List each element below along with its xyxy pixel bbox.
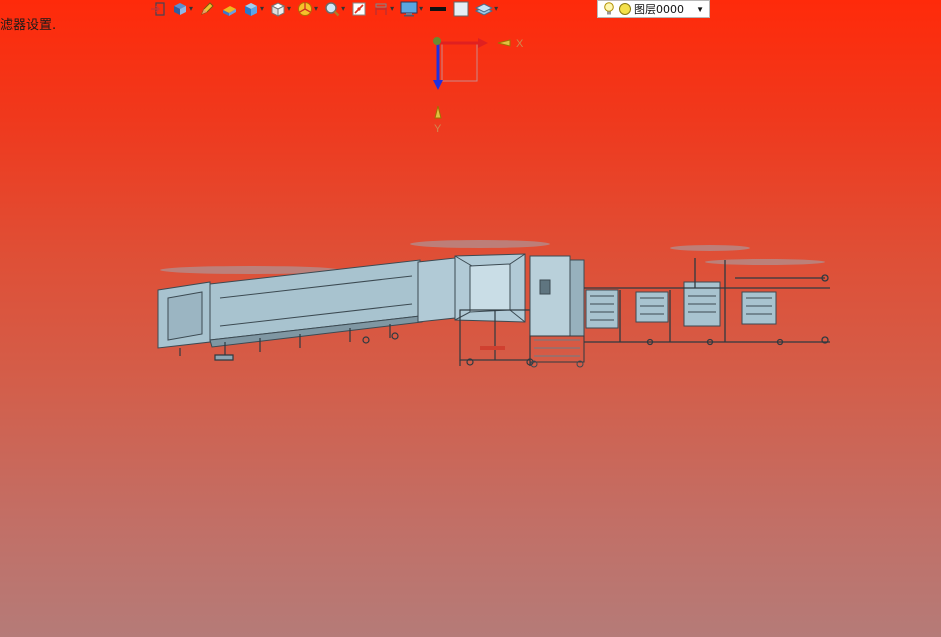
monitor-icon <box>400 1 418 17</box>
feed-hopper <box>417 253 526 323</box>
zoom-button[interactable]: ▾ <box>324 0 345 18</box>
x-axis-arrowhead <box>478 38 488 48</box>
x-axis-label: X <box>516 38 524 50</box>
chevron-down-icon: ▾ <box>260 4 265 13</box>
main-machine-body <box>529 255 585 368</box>
chevron-down-icon: ▾ <box>314 4 319 13</box>
pencil-button[interactable] <box>199 0 215 18</box>
y-axis-arrowhead <box>433 80 443 90</box>
forming-stations <box>585 281 777 329</box>
zoom-icon <box>325 2 340 17</box>
hide-show-button[interactable]: ▾ <box>270 0 291 18</box>
chevron-down-icon: ▾ <box>390 4 395 13</box>
triad-origin <box>433 37 441 45</box>
layer-stack-icon <box>475 3 494 16</box>
chevron-down-icon: ▾ <box>189 4 194 13</box>
line-color-button[interactable] <box>429 0 447 18</box>
y-cone-icon <box>434 105 442 119</box>
appearance-button[interactable]: ▾ <box>297 0 318 18</box>
layer-select[interactable]: 图层0000 ▼ <box>597 0 710 18</box>
fill-color-button[interactable] <box>453 0 469 18</box>
exit-sketch-icon <box>151 2 165 16</box>
x-cone-icon <box>497 39 511 47</box>
dropdown-arrow-icon[interactable]: ▼ <box>696 5 704 14</box>
view-toolbar: ▾ ▾ ▾ ▾ ▾ ▾ ▾ ▾ <box>150 0 504 18</box>
view-orientation-icon <box>174 3 186 15</box>
layer-color-dot-icon <box>619 3 631 15</box>
fill-color-icon <box>453 1 469 17</box>
layer-stack-button[interactable]: ▾ <box>475 0 498 18</box>
chevron-down-icon: ▾ <box>494 4 499 13</box>
appearance-icon <box>298 2 313 16</box>
hide-show-icon <box>270 2 286 17</box>
display-style-button[interactable]: ▾ <box>243 0 264 18</box>
chevron-down-icon: ▾ <box>287 4 292 13</box>
exit-sketch-button[interactable] <box>150 0 166 18</box>
chevron-down-icon: ▾ <box>419 4 424 13</box>
pencil-icon <box>201 2 214 15</box>
materials-button[interactable] <box>221 0 237 18</box>
status-text: 滤器设置. <box>0 18 57 33</box>
machine-model[interactable] <box>150 230 840 370</box>
dimension-button[interactable]: ▾ <box>373 0 394 18</box>
line-color-icon <box>430 7 447 11</box>
lightbulb-icon <box>604 2 614 15</box>
view-orientation-button[interactable]: ▾ <box>172 0 193 18</box>
section-view-icon <box>352 2 366 16</box>
reference-triad: X Y <box>433 37 524 135</box>
dimension-icon <box>375 3 387 15</box>
materials-icon <box>223 6 237 16</box>
y-axis-label: Y <box>434 123 442 135</box>
monitor-button[interactable]: ▾ <box>400 0 423 18</box>
section-view-button[interactable] <box>351 0 367 18</box>
display-style-icon <box>245 3 258 16</box>
chevron-down-icon: ▾ <box>341 4 346 13</box>
layer-name: 图层0000 <box>634 3 684 16</box>
